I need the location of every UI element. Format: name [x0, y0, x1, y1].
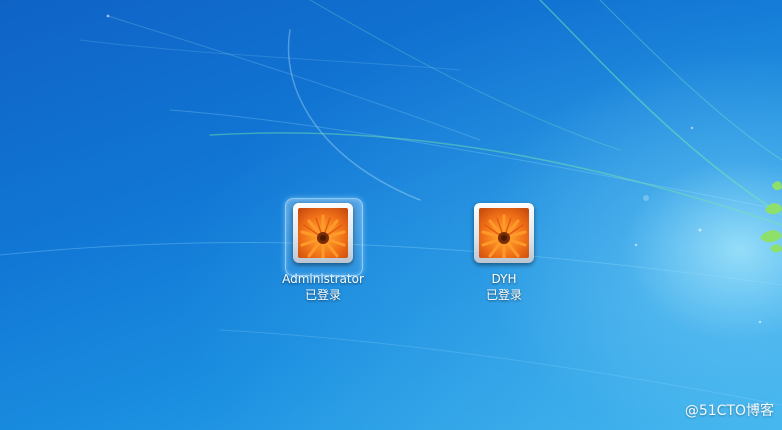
user-status: 已登录	[304, 288, 341, 302]
user-tile-administrator[interactable]: Administrator 已登录	[268, 198, 378, 303]
user-picture-frame[interactable]	[293, 203, 353, 263]
user-status: 已登录	[485, 288, 522, 302]
user-avatar-flower-icon	[298, 208, 348, 258]
user-picture-frame[interactable]	[474, 203, 534, 263]
watermark-text: @51CTO博客	[684, 403, 774, 419]
user-avatar-flower-icon	[479, 208, 529, 258]
user-selection-area: Administrator 已登录 DYH 已登录	[0, 0, 782, 430]
user-name: DYH	[491, 272, 517, 286]
user-tile-dyh[interactable]: DYH 已登录	[449, 198, 559, 303]
